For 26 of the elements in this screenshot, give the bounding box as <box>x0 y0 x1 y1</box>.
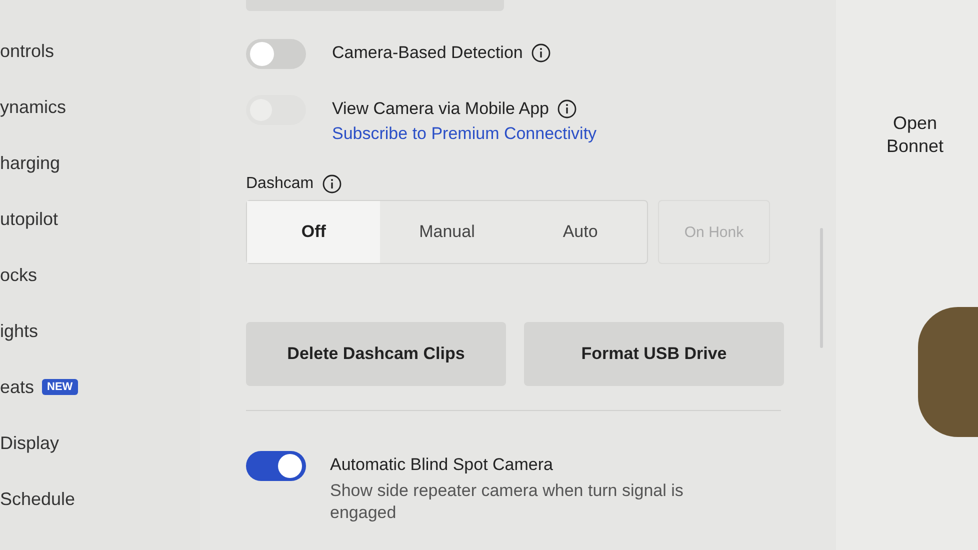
open-bonnet-button[interactable]: Open Bonnet <box>880 112 950 157</box>
new-badge: NEW <box>42 379 78 395</box>
sidebar-item[interactable]: Display <box>0 432 60 454</box>
info-icon[interactable] <box>530 43 551 64</box>
sidebar-item[interactable]: harging <box>0 152 60 174</box>
sidebar-item[interactable]: eats <box>0 376 34 398</box>
sidebar-item[interactable]: ocks <box>0 264 38 286</box>
sidebar-item[interactable]: utopilot <box>0 208 58 230</box>
action-button[interactable]: Format USB Drive <box>524 322 784 386</box>
sidebar-item[interactable]: Schedule <box>0 488 76 510</box>
action-button[interactable]: Delete Dashcam Clips <box>246 322 506 386</box>
section-label: Dashcam <box>246 175 314 194</box>
setting-label: View Camera via Mobile App <box>332 99 550 120</box>
setting-label: Camera-Based Detection <box>332 43 523 64</box>
setting-description: Show side repeater camera when turn signal is engaged <box>330 480 684 524</box>
sidebar-item[interactable]: ights <box>0 320 38 342</box>
sidebar-item[interactable]: ontrols <box>0 40 54 62</box>
dashcam-option[interactable]: Manual <box>380 201 514 264</box>
dashcam-option[interactable]: Off <box>247 201 380 264</box>
info-icon[interactable] <box>557 99 578 120</box>
setting-label: Automatic Blind Spot Camera <box>330 454 554 475</box>
toggle-switch[interactable] <box>246 39 306 70</box>
toggle-switch[interactable] <box>246 450 306 481</box>
info-icon[interactable] <box>322 174 342 194</box>
dashcam-option[interactable]: Auto <box>514 201 647 264</box>
sidebar-item[interactable]: ynamics <box>0 96 66 118</box>
